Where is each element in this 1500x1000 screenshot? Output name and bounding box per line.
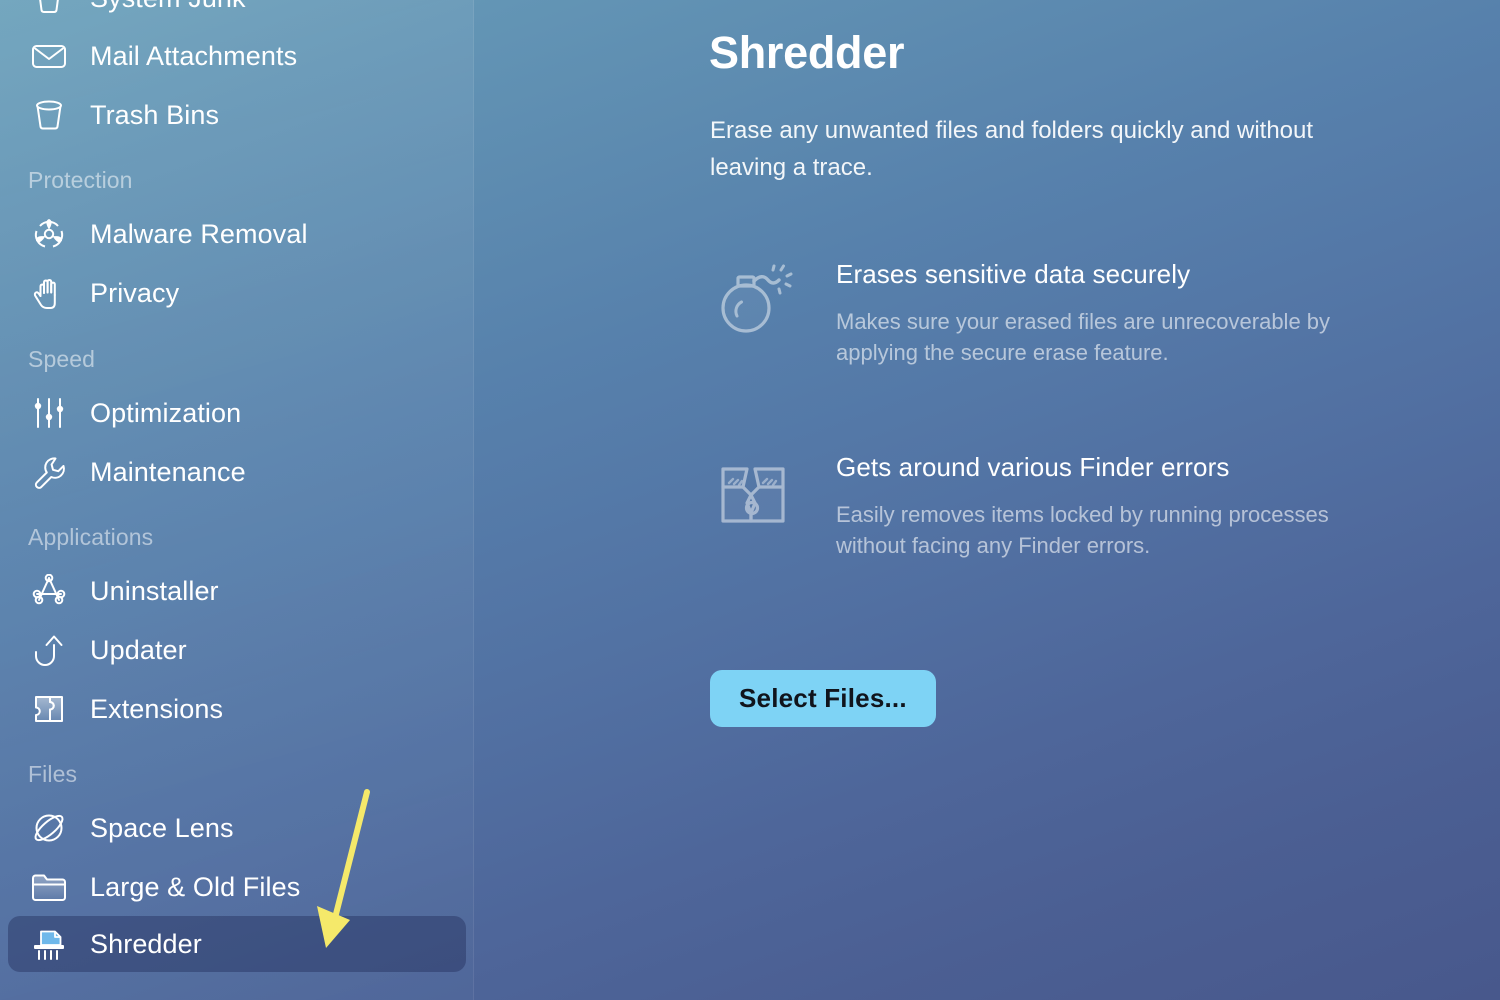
- broken-box-icon: [710, 450, 796, 536]
- sidebar: System Junk Mail Attachments: [0, 0, 474, 1000]
- sidebar-section-label: Protection: [28, 167, 133, 193]
- feature-row: Erases sensitive data securely Makes sur…: [710, 255, 1450, 368]
- sidebar-section-label: Applications: [28, 524, 154, 550]
- feature-description: Makes sure your erased files are unrecov…: [836, 309, 1331, 365]
- feature-title: Erases sensitive data securely: [836, 259, 1191, 289]
- sidebar-item-label: Space Lens: [90, 812, 234, 843]
- sidebar-item-label: Uninstaller: [90, 575, 219, 606]
- sidebar-item-label: Shredder: [90, 928, 202, 959]
- system-junk-icon: [28, 0, 70, 19]
- sidebar-section-files: Files: [0, 761, 77, 788]
- sliders-icon: [28, 392, 70, 434]
- sidebar-item-label: Privacy: [90, 277, 180, 308]
- sidebar-item-extensions[interactable]: Extensions: [8, 681, 466, 737]
- sidebar-item-label: System Junk: [90, 0, 246, 14]
- wrench-icon: [28, 451, 70, 493]
- sidebar-item-privacy[interactable]: Privacy: [8, 265, 466, 321]
- sidebar-item-space-lens[interactable]: Space Lens: [8, 800, 466, 856]
- puzzle-piece-icon: [28, 688, 70, 730]
- sidebar-item-updater[interactable]: Updater: [8, 622, 466, 678]
- select-files-button[interactable]: Select Files...: [710, 670, 936, 727]
- sidebar-item-malware-removal[interactable]: Malware Removal: [8, 206, 466, 262]
- feature-row: Gets around various Finder errors Easily…: [710, 448, 1450, 561]
- sidebar-section-label: Files: [28, 761, 78, 787]
- feature-text: Gets around various Finder errors Easily…: [836, 448, 1396, 561]
- sidebar-item-label: Large & Old Files: [90, 871, 301, 902]
- biohazard-icon: [28, 213, 70, 255]
- sidebar-item-optimization[interactable]: Optimization: [8, 385, 466, 441]
- sidebar-item-label: Malware Removal: [90, 218, 308, 249]
- main-content: Shredder Erase any unwanted files and fo…: [475, 0, 1500, 1000]
- sidebar-item-trash-bins[interactable]: Trash Bins: [8, 87, 466, 143]
- feature-list: Erases sensitive data securely Makes sur…: [710, 255, 1450, 641]
- sidebar-item-system-junk[interactable]: System Junk: [8, 0, 466, 26]
- hand-icon: [28, 272, 70, 314]
- app-store-a-icon: [28, 570, 70, 612]
- shredder-icon: [28, 923, 70, 965]
- sidebar-item-shredder[interactable]: Shredder: [8, 916, 466, 972]
- up-arrow-curve-icon: [28, 629, 70, 671]
- mail-attachments-icon: [28, 35, 70, 77]
- page-title: Shredder: [709, 27, 905, 78]
- sidebar-item-label: Extensions: [90, 693, 224, 724]
- sidebar-section-speed: Speed: [0, 346, 95, 373]
- sidebar-item-maintenance[interactable]: Maintenance: [8, 444, 466, 500]
- sidebar-item-mail-attachments[interactable]: Mail Attachments: [8, 28, 466, 84]
- feature-text: Erases sensitive data securely Makes sur…: [836, 255, 1396, 368]
- page-subtitle: Erase any unwanted files and folders qui…: [710, 117, 1314, 181]
- sidebar-section-applications: Applications: [0, 524, 153, 551]
- sidebar-item-large-and-old-files[interactable]: Large & Old Files: [8, 859, 466, 915]
- trash-bins-icon: [28, 94, 70, 136]
- feature-description: Easily removes items locked by running p…: [836, 502, 1329, 558]
- sidebar-section-protection: Protection: [0, 167, 133, 194]
- sidebar-item-label: Updater: [90, 634, 187, 665]
- sidebar-item-uninstaller[interactable]: Uninstaller: [8, 563, 466, 619]
- bomb-icon: [710, 257, 796, 343]
- sidebar-item-label: Optimization: [90, 397, 242, 428]
- sidebar-section-label: Speed: [28, 346, 96, 372]
- app-window: System Junk Mail Attachments: [0, 0, 1500, 1000]
- planet-icon: [28, 807, 70, 849]
- sidebar-item-label: Mail Attachments: [90, 40, 298, 71]
- folder-icon: [28, 866, 70, 908]
- sidebar-item-label: Trash Bins: [90, 99, 220, 130]
- feature-title: Gets around various Finder errors: [836, 452, 1230, 482]
- sidebar-item-label: Maintenance: [90, 456, 246, 487]
